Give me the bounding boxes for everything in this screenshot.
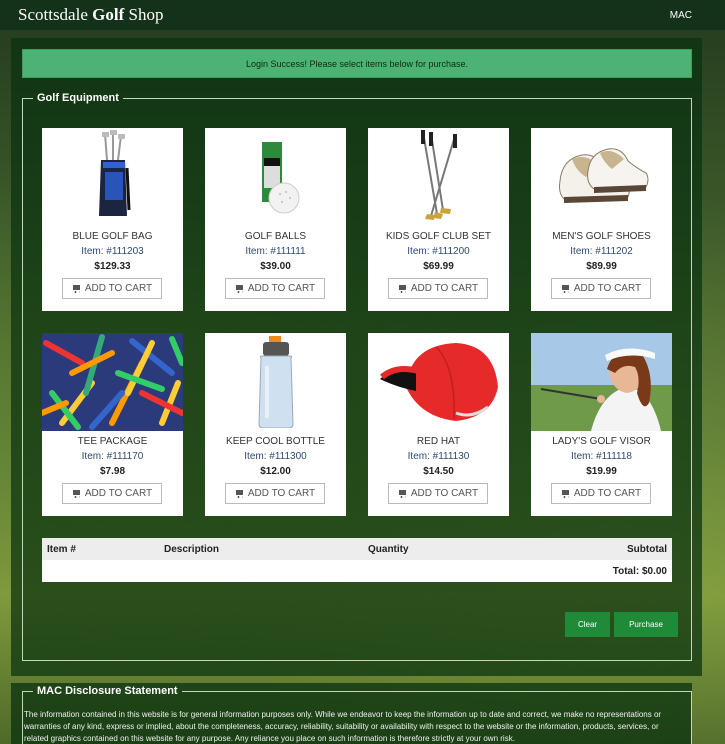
add-to-cart-label: ADD TO CART — [573, 283, 642, 294]
cart-icon — [72, 489, 81, 498]
product-item-number: Item: #111202 — [570, 246, 633, 257]
product-name: BLUE GOLF BAG — [72, 231, 153, 242]
product-item-number: Item: #111203 — [81, 246, 144, 257]
product-card: KIDS GOLF CLUB SET Item: #111200 $69.99 … — [368, 128, 509, 311]
brand-text-tail: Shop — [124, 5, 164, 24]
col-quantity: Quantity — [368, 543, 409, 555]
bottle-icon — [205, 333, 346, 431]
add-to-cart-label: ADD TO CART — [573, 488, 642, 499]
product-name: TEE PACKAGE — [77, 436, 148, 447]
product-item-number: Item: #111300 — [244, 451, 307, 462]
section-legend: Golf Equipment — [37, 92, 119, 104]
tees-icon — [42, 333, 183, 431]
nav-mac-link[interactable]: MAC — [670, 10, 707, 21]
product-price: $69.99 — [423, 261, 454, 272]
add-to-cart-button[interactable]: ADD TO CART — [388, 278, 488, 299]
cart-icon — [561, 489, 570, 498]
cart-icon — [235, 284, 244, 293]
site-brand[interactable]: Scottsdale Golf Shop — [18, 5, 163, 25]
visor-photo-icon — [531, 333, 672, 431]
login-success-alert: Login Success! Please select items below… — [22, 49, 692, 78]
product-name: LADY'S GOLF VISOR — [552, 436, 651, 447]
add-to-cart-label: ADD TO CART — [84, 283, 153, 294]
col-subtotal: Subtotal — [627, 543, 667, 555]
add-to-cart-button[interactable]: ADD TO CART — [225, 278, 325, 299]
golf-balls-icon — [205, 128, 346, 226]
cart-icon — [235, 489, 244, 498]
purchase-button[interactable]: Purchase — [614, 612, 678, 637]
golf-shoes-icon — [531, 128, 672, 226]
product-card: KEEP COOL BOTTLE Item: #111300 $12.00 AD… — [205, 333, 346, 516]
disclosure-text: The information contained in this websit… — [24, 710, 662, 743]
add-to-cart-button[interactable]: ADD TO CART — [551, 278, 651, 299]
golf-equipment-section: Golf Equipment BLUE GOLF BAG Item: #1112… — [22, 92, 692, 661]
product-price: $7.98 — [99, 466, 126, 477]
add-to-cart-button[interactable]: ADD TO CART — [551, 483, 651, 504]
add-to-cart-label: ADD TO CART — [247, 283, 316, 294]
product-card: LADY'S GOLF VISOR Item: #111118 $19.99 A… — [531, 333, 672, 516]
add-to-cart-button[interactable]: ADD TO CART — [225, 483, 325, 504]
cart-icon — [561, 284, 570, 293]
product-card: TEE PACKAGE Item: #111170 $7.98 ADD TO C… — [42, 333, 183, 516]
product-card: BLUE GOLF BAG Item: #111203 $129.33 ADD … — [42, 128, 183, 311]
add-to-cart-label: ADD TO CART — [410, 283, 479, 294]
product-item-number: Item: #111170 — [81, 451, 144, 462]
col-item-number: Item # — [47, 543, 76, 555]
main-panel: Login Success! Please select items below… — [11, 38, 702, 676]
brand-text-bold: Golf — [92, 5, 125, 24]
cart-icon — [398, 284, 407, 293]
add-to-cart-label: ADD TO CART — [84, 488, 153, 499]
brand-text-plain: Scottsdale — [18, 5, 93, 24]
product-item-number: Item: #111130 — [407, 451, 470, 462]
add-to-cart-button[interactable]: ADD TO CART — [62, 483, 162, 504]
product-item-number: Item: #111118 — [571, 451, 632, 462]
cart-table: Item # Description Quantity Subtotal Tot… — [42, 538, 672, 582]
product-price: $129.33 — [94, 261, 131, 272]
product-price: $89.99 — [586, 261, 617, 272]
cap-icon — [368, 333, 509, 431]
add-to-cart-label: ADD TO CART — [247, 488, 316, 499]
product-card: GOLF BALLS Item: #111111 $39.00 ADD TO C… — [205, 128, 346, 311]
top-navbar: Scottsdale Golf Shop MAC — [0, 0, 725, 30]
disclosure-panel: MAC Disclosure Statement The information… — [11, 683, 692, 744]
cart-icon — [72, 284, 81, 293]
product-name: GOLF BALLS — [244, 231, 307, 242]
product-price: $12.00 — [260, 466, 291, 477]
add-to-cart-button[interactable]: ADD TO CART — [388, 483, 488, 504]
disclosure-legend: MAC Disclosure Statement — [37, 685, 178, 697]
product-name: KIDS GOLF CLUB SET — [385, 231, 492, 242]
product-item-number: Item: #111200 — [407, 246, 470, 257]
golf-clubs-icon — [368, 128, 509, 226]
clear-button[interactable]: Clear — [565, 612, 610, 637]
product-card: MEN'S GOLF SHOES Item: #111202 $89.99 AD… — [531, 128, 672, 311]
cart-table-header: Item # Description Quantity Subtotal — [42, 538, 672, 560]
col-description: Description — [164, 543, 220, 555]
product-name: KEEP COOL BOTTLE — [226, 436, 325, 447]
add-to-cart-label: ADD TO CART — [410, 488, 479, 499]
cart-icon — [398, 489, 407, 498]
product-card: RED HAT Item: #111130 $14.50 ADD TO CART — [368, 333, 509, 516]
product-price: $14.50 — [423, 466, 454, 477]
product-name: RED HAT — [416, 436, 461, 447]
product-price: $19.99 — [586, 466, 617, 477]
product-item-number: Item: #111111 — [245, 246, 306, 257]
product-price: $39.00 — [260, 261, 291, 272]
add-to-cart-button[interactable]: ADD TO CART — [62, 278, 162, 299]
cart-total: Total: $0.00 — [612, 565, 667, 577]
product-name: MEN'S GOLF SHOES — [552, 231, 651, 242]
golf-bag-icon — [42, 128, 183, 226]
